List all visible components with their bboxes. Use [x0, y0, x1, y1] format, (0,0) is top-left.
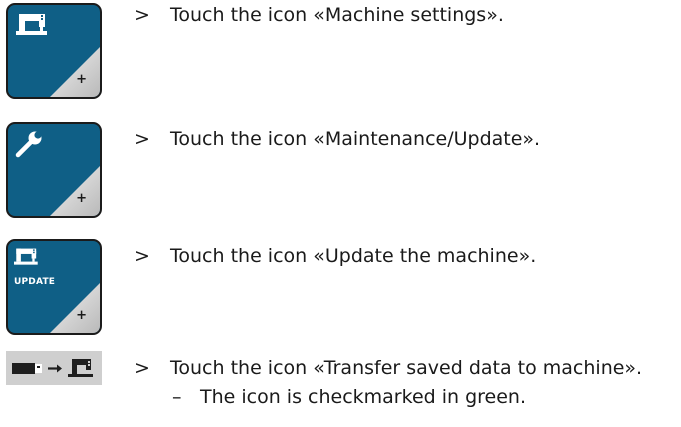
step-3: > Touch the icon «Update the machine». [134, 245, 536, 267]
tile-corner [50, 47, 100, 97]
step-text: Touch the icon «Update the machine». [170, 245, 537, 267]
step-text: Touch the icon «Transfer saved data to m… [170, 357, 643, 379]
machine-settings-button[interactable]: + [6, 3, 102, 99]
result-marker: – [172, 386, 182, 408]
step-result: – The icon is checkmarked in green. [172, 386, 526, 408]
plus-icon: + [76, 72, 87, 87]
tile-corner [50, 166, 100, 216]
step-text: Touch the icon «Maintenance/Update». [170, 128, 541, 150]
tile-corner [50, 283, 100, 333]
step-1: > Touch the icon «Machine settings». [134, 4, 504, 26]
step-2: > Touch the icon «Maintenance/Update». [134, 128, 540, 150]
transfer-data-button[interactable] [6, 351, 102, 385]
update-label: UPDATE [14, 277, 56, 287]
plus-icon: + [76, 308, 87, 323]
step-marker: > [134, 128, 150, 150]
step-text: Touch the icon «Machine settings». [170, 4, 504, 26]
plus-icon: + [76, 191, 87, 206]
step-marker: > [134, 245, 150, 267]
step-marker: > [134, 357, 150, 379]
step-marker: > [134, 4, 150, 26]
result-text: The icon is checkmarked in green. [200, 386, 527, 408]
update-machine-button[interactable]: UPDATE + [6, 239, 102, 335]
step-4: > Touch the icon «Transfer saved data to … [134, 357, 642, 379]
maintenance-update-button[interactable]: + [6, 122, 102, 218]
